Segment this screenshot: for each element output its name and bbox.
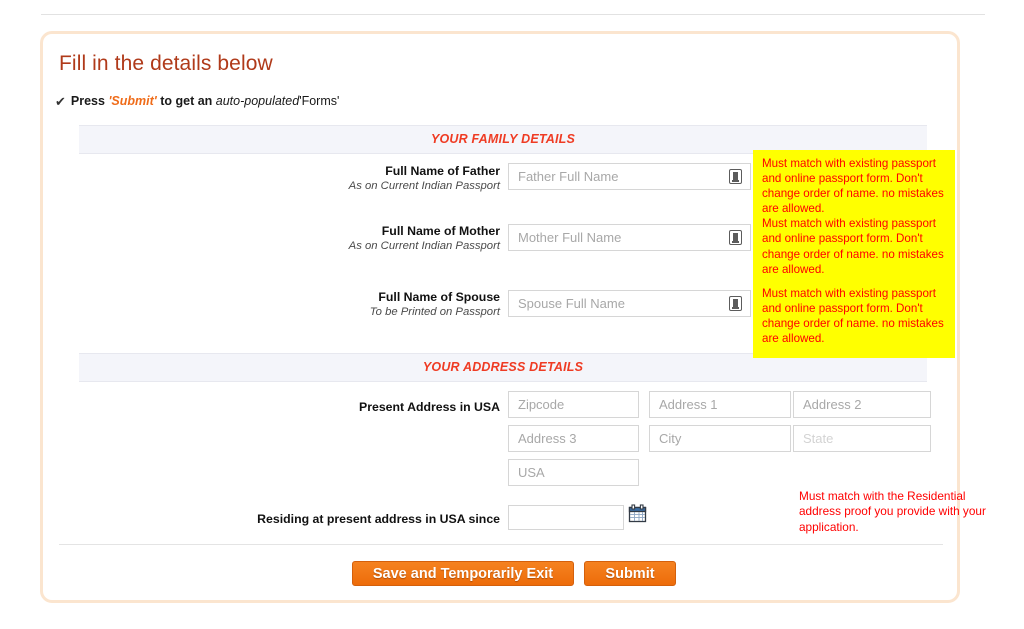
page-title: Fill in the details below [59, 52, 273, 75]
instruction-middle: to get an [156, 94, 216, 108]
zipcode-input[interactable] [508, 391, 639, 418]
instruction-auto-populated: auto-populated [215, 94, 300, 108]
section-title-family: YOUR FAMILY DETAILS [430, 132, 576, 146]
instruction-press: Press [70, 94, 109, 108]
mother-full-name-input[interactable] [508, 224, 751, 251]
address-note: Must match with the Residential address … [799, 489, 986, 534]
state-input[interactable] [793, 425, 931, 452]
label-father-name: Full Name of Father [385, 164, 500, 178]
submit-button[interactable]: Submit [584, 561, 676, 586]
father-full-name-input[interactable] [508, 163, 751, 190]
sublabel-father-name: As on Current Indian Passport [348, 180, 500, 192]
address1-input[interactable] [649, 391, 791, 418]
warning-text-block: Must match with existing passport and on… [762, 217, 944, 276]
calendar-icon[interactable] [628, 504, 647, 523]
address2-input[interactable] [793, 391, 931, 418]
section-title-address: YOUR ADDRESS DETAILS [422, 360, 584, 374]
spouse-full-name-input[interactable] [508, 290, 751, 317]
warning-text-block: Must match with existing passport and on… [762, 286, 944, 346]
save-and-temporarily-exit-button[interactable]: Save and Temporarily Exit [352, 561, 574, 586]
label-residing-since: Residing at present address in USA since [257, 512, 500, 526]
country-input[interactable] [508, 459, 639, 486]
passport-document-icon[interactable] [729, 169, 742, 184]
sublabel-spouse-name: To be Printed on Passport [369, 306, 500, 318]
warning-callout-box: Must match with existing passport and on… [753, 150, 955, 358]
warning-text-block: Must match with existing passport and on… [762, 157, 944, 216]
label-spouse-name: Full Name of Spouse [378, 290, 500, 304]
passport-document-icon[interactable] [729, 296, 742, 311]
passport-document-icon[interactable] [729, 230, 742, 245]
instruction-submit-word: 'Submit' [108, 94, 157, 108]
screenshot-root: Fill in the details below ✔ Press 'Submit… [0, 0, 1024, 629]
label-present-address: Present Address in USA [359, 400, 500, 414]
address3-input[interactable] [508, 425, 639, 452]
instruction-line: ✔ Press 'Submit' to get an auto-populated… [55, 94, 339, 110]
sublabel-mother-name: As on Current Indian Passport [348, 240, 500, 252]
instruction-forms: 'Forms' [299, 94, 340, 108]
residing-since-input[interactable] [508, 505, 624, 530]
top-divider [41, 14, 985, 15]
city-input[interactable] [649, 425, 791, 452]
label-mother-name: Full Name of Mother [381, 224, 500, 238]
footer-divider [59, 544, 943, 545]
check-icon: ✔ [55, 94, 66, 109]
